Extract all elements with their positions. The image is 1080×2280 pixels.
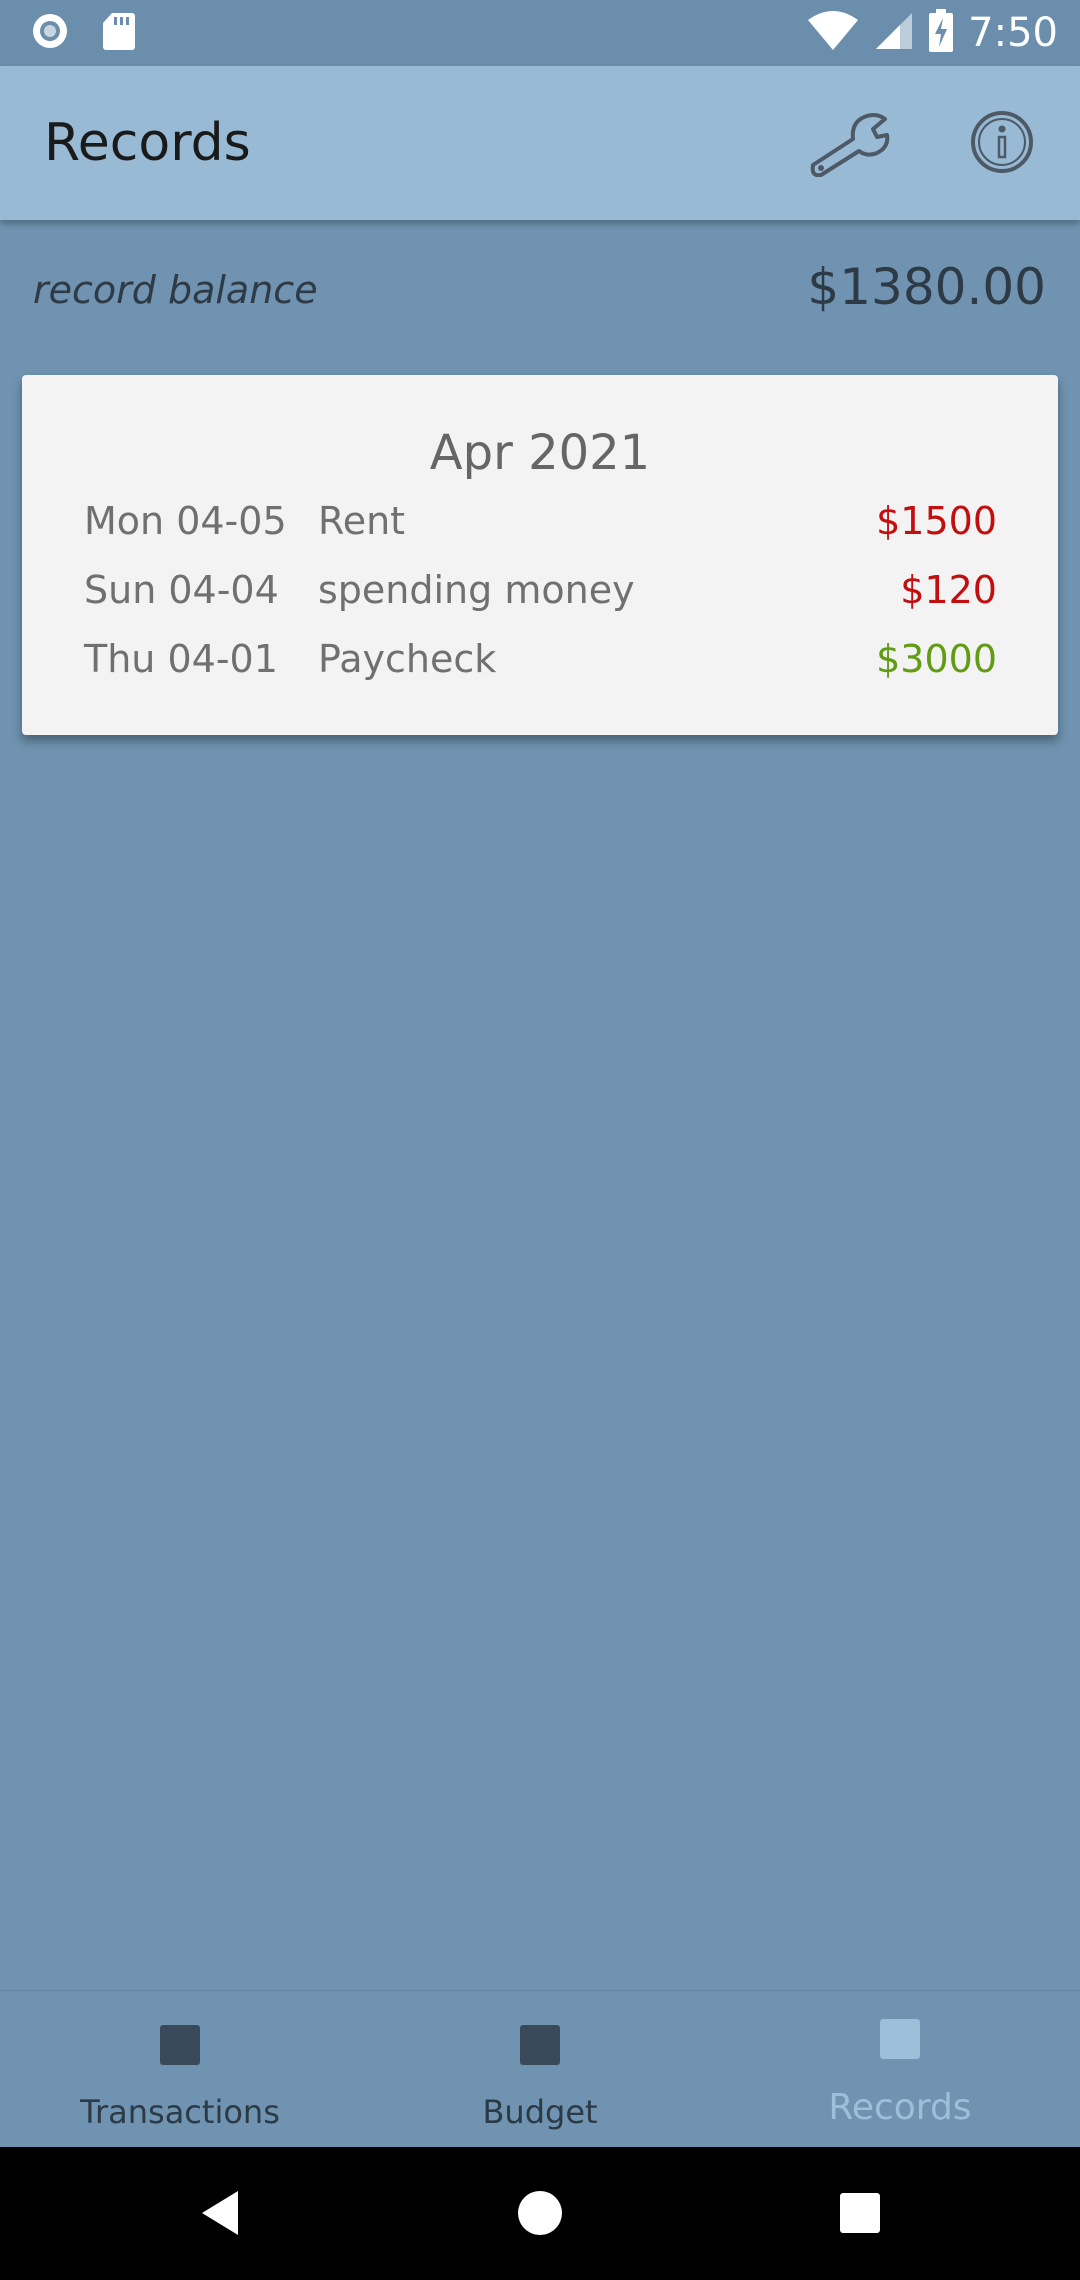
status-time: 7:50 (968, 10, 1058, 56)
nav-item-budget[interactable]: Budget (360, 1991, 720, 2148)
info-icon (969, 109, 1035, 180)
record-icon (30, 11, 70, 56)
home-icon (517, 2190, 563, 2241)
record-date: Sun 04-04 (84, 568, 279, 612)
balance-value: $1380.00 (807, 258, 1046, 316)
nav-label: Budget (482, 2093, 598, 2131)
balance-row: record balance $1380.00 (0, 250, 1080, 330)
record-row[interactable]: Thu 04-01 Paycheck $3000 (22, 637, 1058, 697)
month-title: Apr 2021 (429, 425, 651, 481)
record-date: Thu 04-01 (84, 637, 278, 681)
signal-icon (874, 11, 914, 56)
bottom-navigation: Transactions Budget Records (0, 1990, 1080, 2148)
wifi-icon (806, 10, 860, 57)
system-navigation-bar (0, 2147, 1080, 2280)
recents-icon (839, 2192, 881, 2239)
month-records-card[interactable]: Apr 2021 Mon 04-05 Rent $1500 Sun 04-04 … (22, 375, 1058, 735)
record-description: spending money (318, 568, 635, 612)
record-row[interactable]: Sun 04-04 spending money $120 (22, 568, 1058, 628)
recents-button[interactable] (830, 2185, 890, 2245)
nav-item-records[interactable]: Records (720, 1991, 1080, 2148)
nav-label: Transactions (80, 2093, 280, 2131)
records-icon (880, 2019, 920, 2059)
home-button[interactable] (510, 2185, 570, 2245)
status-left-icons (30, 11, 136, 56)
app-bar: Records (0, 66, 1080, 220)
record-description: Rent (318, 499, 406, 543)
back-icon (198, 2189, 242, 2242)
balance-label: record balance (33, 268, 318, 312)
wrench-icon (807, 111, 893, 182)
record-row[interactable]: Mon 04-05 Rent $1500 (22, 499, 1058, 559)
record-date: Mon 04-05 (84, 499, 287, 543)
nav-item-transactions[interactable]: Transactions (0, 1991, 360, 2148)
battery-charging-icon (928, 8, 954, 58)
record-amount: $1500 (876, 499, 997, 543)
page-title: Records (44, 113, 251, 173)
budget-icon (520, 2025, 560, 2065)
record-description: Paycheck (318, 637, 497, 681)
status-bar: 7:50 (0, 0, 1080, 66)
sd-card-icon (102, 11, 136, 56)
nav-label: Records (828, 2087, 972, 2128)
status-right-icons: 7:50 (806, 8, 1058, 58)
transactions-icon (160, 2025, 200, 2065)
settings-button[interactable] (800, 106, 900, 186)
record-amount: $3000 (876, 637, 997, 681)
back-button[interactable] (190, 2185, 250, 2245)
record-amount: $120 (900, 568, 997, 612)
info-button[interactable] (958, 100, 1046, 188)
